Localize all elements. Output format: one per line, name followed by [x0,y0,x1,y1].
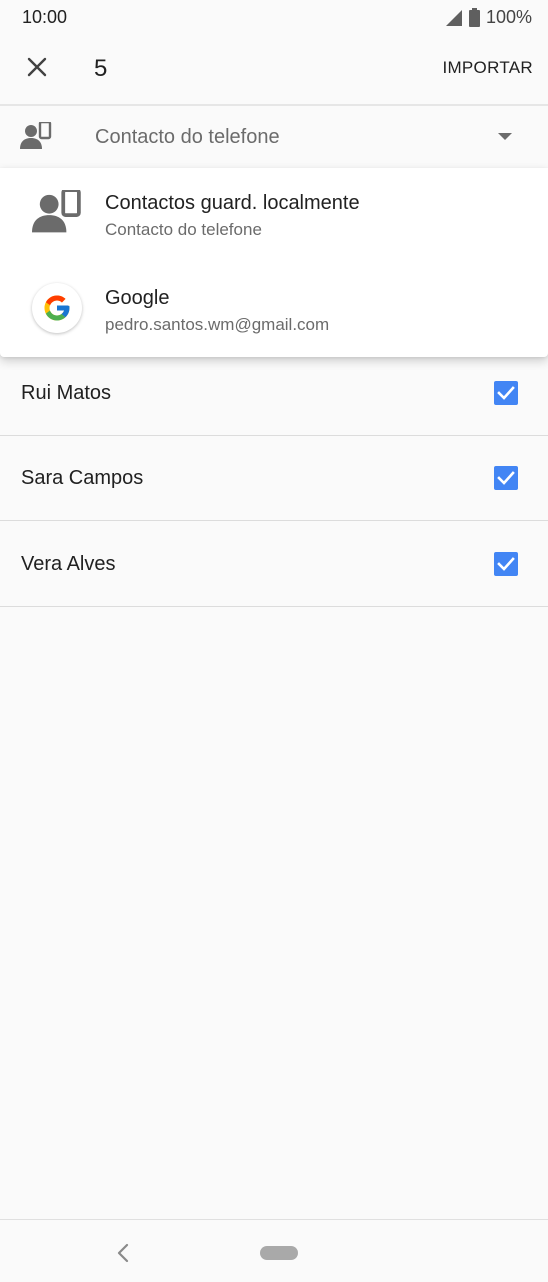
toolbar: 5 IMPORTAR [0,36,548,104]
close-icon [27,57,47,82]
status-icons: 100% [445,7,532,28]
selected-count: 5 [94,55,108,82]
google-icon [32,283,82,333]
home-pill[interactable] [260,1246,298,1260]
check-icon [497,386,515,400]
contact-checkbox[interactable] [494,381,518,405]
close-button[interactable] [16,48,58,90]
dropdown-item-title: Contactos guard. localmente [105,192,360,214]
battery-icon [468,8,480,27]
dropdown-item-local[interactable]: Contactos guard. localmente Contacto do … [0,168,548,260]
status-time: 10:00 [22,7,68,27]
contact-checkbox[interactable] [494,552,518,576]
contact-checkbox[interactable] [494,466,518,490]
contact-row[interactable]: Sara Campos [0,435,548,521]
dropdown-item-subtitle: pedro.santos.wm@gmail.com [105,315,330,334]
import-button[interactable]: IMPORTAR [442,58,533,78]
account-dropdown-menu: Contactos guard. localmente Contacto do … [0,168,548,357]
contact-row[interactable]: Rui Matos [0,350,548,436]
contact-row[interactable]: Vera Alves [0,521,548,607]
back-icon[interactable] [114,1242,132,1269]
contact-name: Vera Alves [21,553,116,575]
contact-name: Rui Matos [21,382,112,404]
dropdown-item-title: Google [105,287,170,309]
phone-contact-icon [20,120,52,155]
check-icon [497,471,515,485]
contact-name: Sara Campos [21,467,144,489]
account-selector[interactable]: Contacto do telefone [0,106,548,168]
check-icon [497,557,515,571]
dropdown-item-subtitle: Contacto do telefone [105,220,262,239]
battery-percent: 100% [485,7,532,27]
google-badge [32,283,82,333]
status-bar: 10:00 100% [0,0,548,36]
account-selector-label: Contacto do telefone [95,126,280,148]
dropdown-arrow-icon [498,133,512,140]
dropdown-item-google[interactable]: Google pedro.santos.wm@gmail.com [0,263,548,355]
signal-icon [445,9,463,26]
system-nav-bar [0,1219,548,1282]
phone-contact-icon [32,188,82,239]
